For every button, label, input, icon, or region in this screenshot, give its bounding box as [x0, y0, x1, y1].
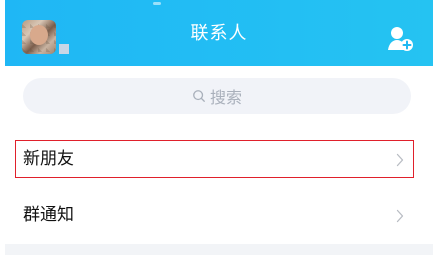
search-input[interactable]: 搜索: [23, 78, 411, 114]
search-icon: [193, 90, 205, 102]
list-item-group-notice[interactable]: 群通知: [5, 190, 433, 242]
chevron-right-icon: [396, 209, 404, 223]
contacts-screen: 联系人 搜索 新朋友 群通知: [0, 0, 433, 255]
list-item-label: 群通知: [23, 205, 74, 225]
status-indicator: [153, 2, 161, 5]
chevron-right-icon: [396, 153, 404, 167]
search-section: 搜索: [5, 66, 433, 126]
page-title: 联系人: [190, 23, 248, 44]
section-divider: [5, 244, 433, 255]
list-item-label: 新朋友: [23, 149, 74, 169]
list-item-new-friends[interactable]: 新朋友: [5, 134, 433, 186]
search-placeholder: 搜索: [209, 88, 242, 107]
header-bar: 联系人: [5, 0, 433, 66]
add-contact-icon[interactable]: [385, 25, 415, 53]
